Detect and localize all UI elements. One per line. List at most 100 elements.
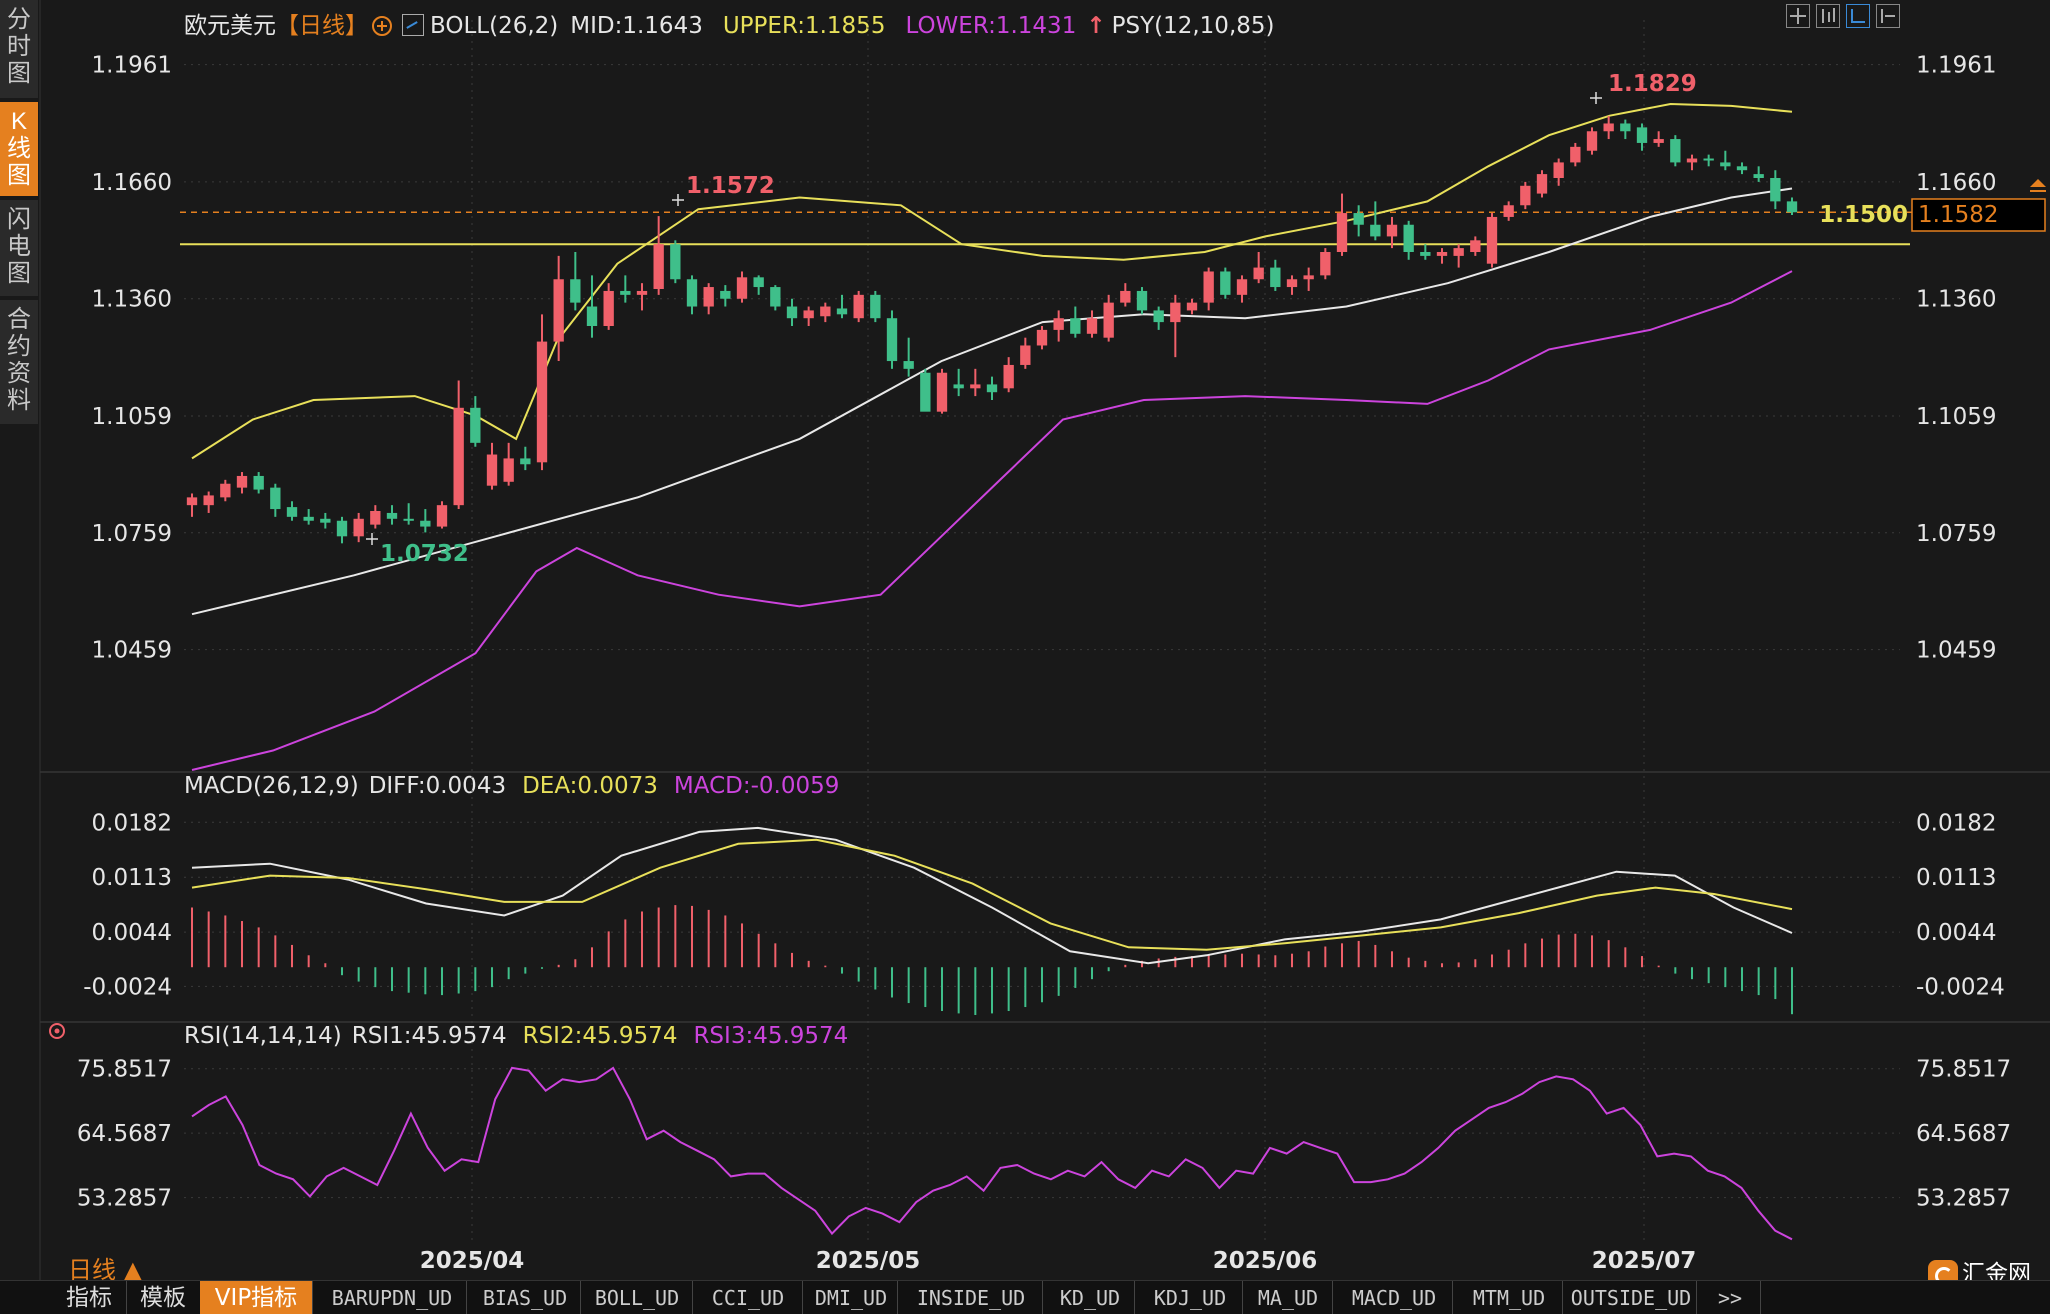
indicator-tab-dmi-ud[interactable]: DMI_UD [805,1281,898,1314]
candle-body[interactable] [436,505,448,527]
indicator-tab-mtm-ud[interactable]: MTM_UD [1456,1281,1563,1314]
candle-body[interactable] [1620,123,1631,132]
candle-body[interactable] [420,520,431,527]
candle-body[interactable] [1203,271,1214,303]
candle-body[interactable] [653,244,664,289]
indicator-tab-inside-ud[interactable]: INSIDE_UD [900,1281,1043,1314]
candle-body[interactable] [1136,290,1148,311]
candle-body[interactable] [270,487,281,510]
candle-body[interactable] [1103,302,1114,338]
candle-body[interactable] [570,279,581,303]
candle-body[interactable] [1753,174,1764,178]
candle-body[interactable] [1603,123,1614,132]
candle-body[interactable] [820,306,831,317]
candle-body[interactable] [1520,185,1531,206]
candle-body[interactable] [1736,166,1748,171]
candle-body[interactable] [1586,131,1598,151]
candle-body[interactable] [1053,318,1064,330]
candle-body[interactable] [1670,139,1681,163]
candle-body[interactable] [1536,174,1548,194]
candle-body[interactable] [1086,318,1098,334]
candle-body[interactable] [686,279,698,307]
indicator-tab-kd-ud[interactable]: KD_UD [1046,1281,1135,1314]
candle-body[interactable] [853,294,864,319]
candle-body[interactable] [1486,216,1498,264]
candle-body[interactable] [936,372,948,412]
candle-body[interactable] [1653,139,1664,143]
candle-body[interactable] [620,290,631,295]
candle-body[interactable] [1370,224,1381,237]
candle-body[interactable] [1253,267,1264,280]
candle-body[interactable] [203,495,214,506]
candle-body[interactable] [520,458,531,465]
indicator-tab-macd-ud[interactable]: MACD_UD [1336,1281,1453,1314]
candle-body[interactable] [236,475,248,488]
candle-body[interactable] [403,518,414,521]
candle-body[interactable] [453,407,464,506]
candle-body[interactable] [1336,213,1348,252]
candle-body[interactable] [303,516,314,521]
last-price-arrow-icon[interactable] [2030,179,2046,187]
candle-body[interactable] [1353,213,1364,225]
candle-body[interactable] [1220,271,1231,295]
chart-canvas[interactable]: 2025/04 2025/05 2025/06 2025/07 1.1961 1.1961… [0,0,2050,1314]
candle-body[interactable] [1153,310,1164,323]
candle-body[interactable] [1020,345,1031,365]
candle-body[interactable] [720,290,731,299]
candle-body[interactable] [986,384,998,393]
candle-body[interactable] [1636,127,1648,143]
indicator-tab--[interactable]: >> [1700,1281,1761,1314]
candle-body[interactable] [1403,224,1414,252]
candle-body[interactable] [1170,302,1181,323]
indicator-tab-outside-ud[interactable]: OUTSIDE_UD [1566,1281,1697,1314]
candle-body[interactable] [186,497,198,506]
candle-body[interactable] [1303,275,1314,280]
indicator-tab-boll-ud[interactable]: BOLL_UD [582,1281,693,1314]
candle-body[interactable] [1186,302,1198,311]
candle-body[interactable] [770,287,781,307]
candle-body[interactable] [1786,201,1798,213]
candle-body[interactable] [1720,162,1731,167]
candle-body[interactable] [503,458,514,482]
candle-body[interactable] [286,507,298,517]
candle-body[interactable] [1470,240,1481,252]
candle-body[interactable] [1270,267,1281,288]
candle-body[interactable] [1070,318,1081,334]
candle-body[interactable] [1120,290,1131,303]
indicator-tab-kdj-ud[interactable]: KDJ_UD [1138,1281,1243,1314]
indicator-tab-vip-[interactable]: VIP指标 [200,1281,313,1314]
candle-body[interactable] [1703,158,1714,161]
indicator-tab-cci-ud[interactable]: CCI_UD [694,1281,803,1314]
candle-body[interactable] [953,384,964,389]
candle-body[interactable] [920,372,931,412]
candle-body[interactable] [1386,224,1398,237]
candle-body[interactable] [1003,364,1014,389]
indicator-tab--[interactable]: 指标 [52,1281,127,1314]
candle-body[interactable] [903,361,914,369]
indicator-tab-barupdn-ud[interactable]: BARUPDN_UD [318,1281,467,1314]
candle-body[interactable] [670,244,681,280]
candle-body[interactable] [970,384,981,389]
candle-body[interactable] [1036,329,1048,346]
candle-body[interactable] [753,277,764,288]
candle-body[interactable] [786,306,798,319]
indicator-tab-ma-ud[interactable]: MA_UD [1244,1281,1333,1314]
candle-body[interactable] [386,512,398,519]
candle-body[interactable] [1503,205,1514,217]
candle-body[interactable] [1770,178,1781,202]
candle-body[interactable] [486,454,498,486]
candle-body[interactable] [870,294,881,319]
candle-body[interactable] [1436,252,1448,256]
candle-body[interactable] [253,475,264,490]
candle-body[interactable] [1686,158,1698,163]
candle-body[interactable] [1570,146,1581,163]
candle-body[interactable] [1420,252,1431,256]
candle-body[interactable] [470,407,481,443]
candle-body[interactable] [1553,162,1564,178]
candle-body[interactable] [1286,279,1298,288]
candle-body[interactable] [1453,248,1464,256]
candle-body[interactable] [553,279,564,342]
candle-body[interactable] [703,287,714,307]
candle-body[interactable] [886,318,898,362]
candle-body[interactable] [836,308,848,315]
